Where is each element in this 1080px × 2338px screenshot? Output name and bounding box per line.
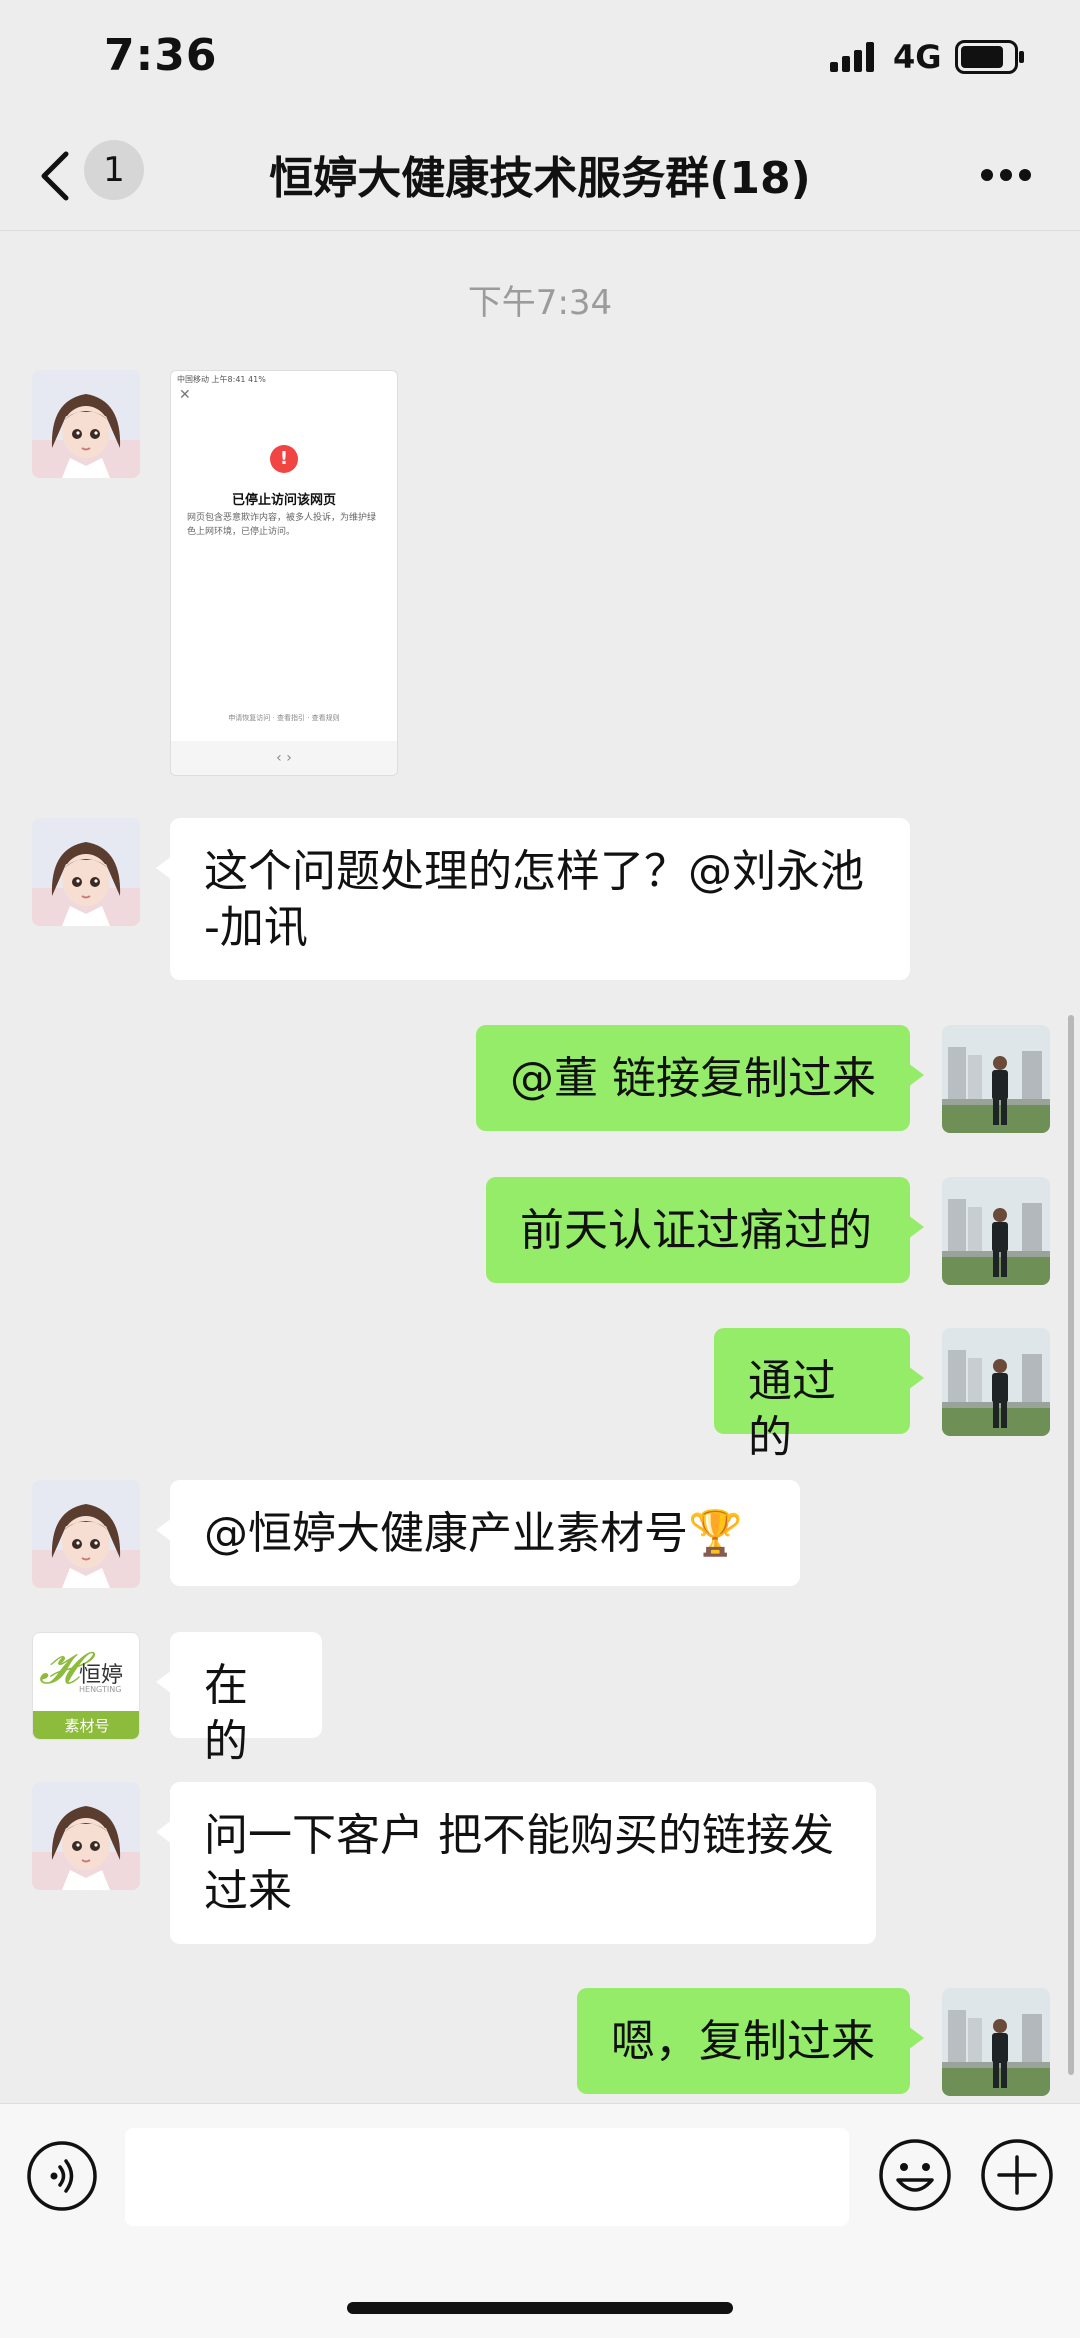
brand-logo-mark: 𝓗 [39, 1643, 79, 1694]
more-dots-icon[interactable] [980, 168, 1032, 182]
message-bubble[interactable]: 这个问题处理的怎样了？@刘永池 -加讯 [156, 818, 910, 980]
screenshot-heading: 已停止访问该网页 [231, 493, 336, 508]
screenshot-footer: 申请恢复访问 · 查看指引 · 查看规则 [228, 714, 340, 722]
message-bubble[interactable]: 问一下客户 把不能购买的链接发 过来 [156, 1782, 876, 1944]
sender-avatar[interactable] [32, 1782, 140, 1890]
message-bubble[interactable]: 前天认证过痛过的 [486, 1177, 924, 1283]
unread-count-badge[interactable]: 1 [84, 140, 144, 200]
sender-avatar[interactable] [32, 370, 140, 478]
screenshot-close-icon: ✕ [179, 387, 191, 403]
brand-avatar[interactable]: 𝓗 恒婷 HENGTING 素材号 [32, 1632, 140, 1740]
message-bubble[interactable]: @恒婷大健康产业素材号🏆 [156, 1480, 800, 1586]
my-avatar[interactable] [942, 1328, 1050, 1436]
chat-header: 1 恒婷大健康技术服务群(18) [0, 120, 1080, 231]
sender-avatar[interactable] [32, 1480, 140, 1588]
message-bubble[interactable]: 嗯，复制过来 [577, 1988, 924, 2094]
message-bubble[interactable]: @董 链接复制过来 [476, 1025, 924, 1131]
warning-icon: ! [270, 445, 298, 473]
battery-icon [955, 40, 1024, 74]
input-bar [0, 2103, 1080, 2338]
message-bubble[interactable]: 在的 [156, 1632, 322, 1767]
my-avatar[interactable] [942, 1025, 1050, 1133]
scrollbar[interactable] [1068, 1015, 1074, 2075]
voice-icon[interactable] [26, 2140, 98, 2212]
signal-icon [830, 42, 874, 72]
message-bubble[interactable]: 通过的 [714, 1328, 924, 1463]
brand-sub: HENGTING [79, 1685, 122, 1694]
emoji-icon[interactable] [878, 2138, 952, 2212]
sender-avatar[interactable] [32, 818, 140, 926]
plus-icon[interactable] [980, 2138, 1054, 2212]
chat-title: 恒婷大健康技术服务群(18) [269, 153, 811, 204]
my-avatar[interactable] [942, 1177, 1050, 1285]
message-timestamp: 下午7:34 [467, 283, 613, 323]
brand-tag: 素材号 [33, 1711, 139, 1739]
shared-screenshot-image[interactable]: 中国移动 上午8:41 41% ✕ ! 已停止访问该网页 网页包含恶意欺诈内容，… [170, 370, 398, 776]
status-bar: 7:36 4G [0, 0, 1080, 120]
screenshot-body: 网页包含恶意欺诈内容，被多人投诉，为维护绿色上网环境，已停止访问。 [187, 513, 377, 537]
network-type: 4G [893, 38, 942, 76]
screenshot-nav: ‹ › [171, 741, 397, 775]
message-input[interactable] [125, 2128, 849, 2226]
status-time: 7:36 [104, 30, 218, 81]
back-chevron-icon[interactable] [36, 146, 76, 206]
my-avatar[interactable] [942, 1988, 1050, 2096]
screenshot-status-text: 中国移动 上午8:41 41% [177, 375, 266, 384]
home-indicator[interactable] [347, 2302, 733, 2314]
